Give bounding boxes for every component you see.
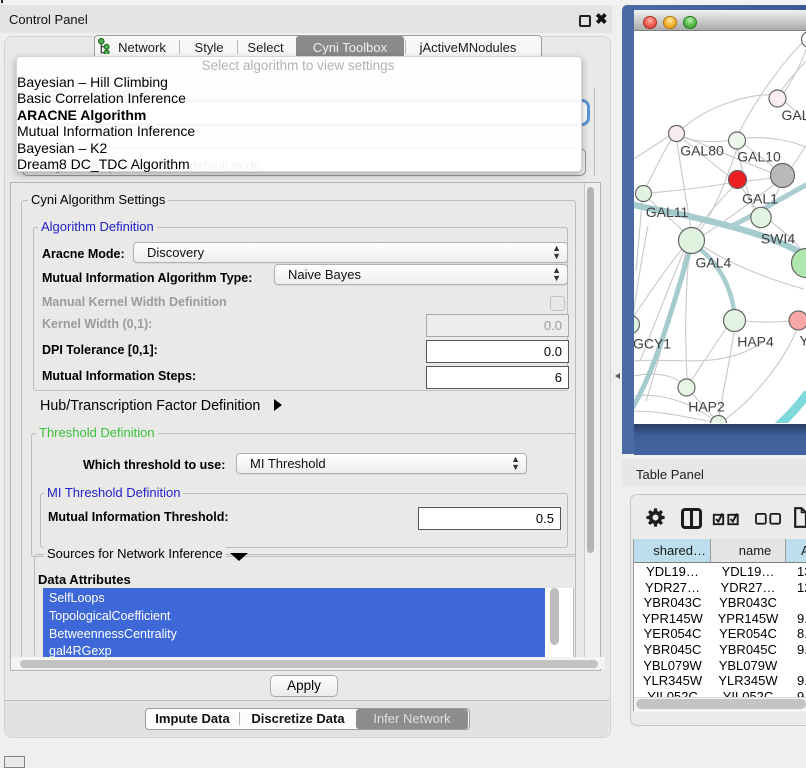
svg-text:Y: Y [800, 333, 806, 349]
svg-text:HAP2: HAP2 [688, 399, 725, 415]
svg-text:GAL4: GAL4 [695, 255, 731, 271]
svg-text:GCY1: GCY1 [634, 336, 671, 352]
svg-text:GAL10: GAL10 [737, 149, 781, 165]
svg-text:GAL80: GAL80 [680, 143, 724, 159]
svg-text:GAL7: GAL7 [782, 107, 806, 123]
svg-text:SWI4: SWI4 [761, 231, 795, 247]
svg-text:HAP4: HAP4 [737, 334, 774, 350]
svg-text:GAL1: GAL1 [742, 191, 778, 207]
svg-text:GAL11: GAL11 [646, 204, 689, 220]
